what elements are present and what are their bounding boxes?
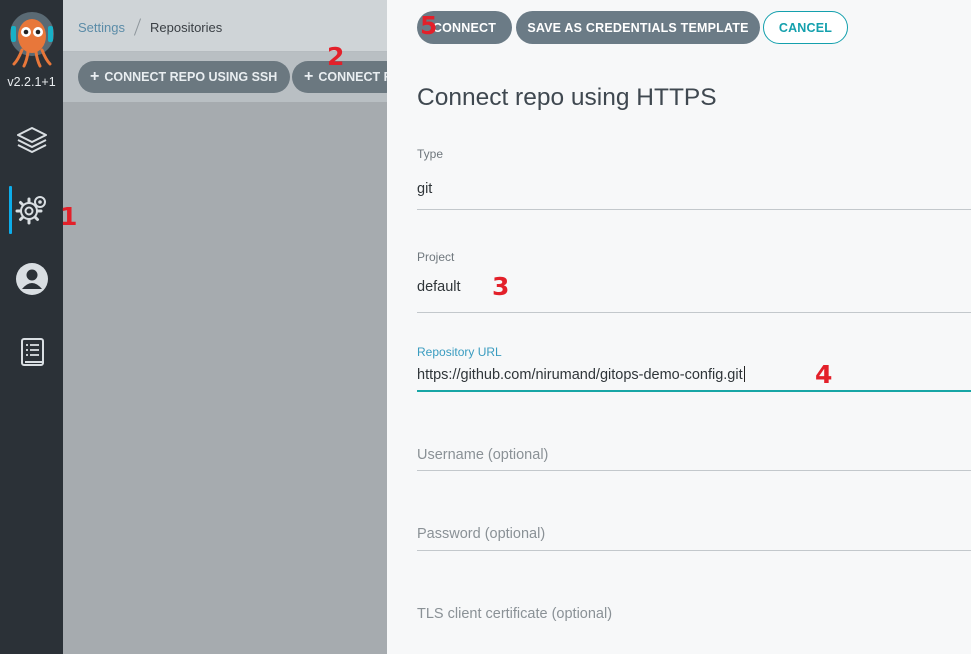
connect-repo-ssh-button[interactable]: + CONNECT REPO USING SSH xyxy=(78,61,290,93)
text-caret xyxy=(743,366,745,382)
breadcrumb: Settings Repositories xyxy=(78,18,222,36)
repository-url-field[interactable]: Repository URL https://github.com/niruma… xyxy=(417,345,971,393)
sidebar-item-user-info[interactable] xyxy=(0,253,63,305)
save-as-credentials-template-button[interactable]: SAVE AS CREDENTIALS TEMPLATE xyxy=(516,11,760,44)
repository-url-underline xyxy=(417,390,971,392)
repository-url-label: Repository URL xyxy=(417,345,502,359)
username-placeholder: Username (optional) xyxy=(417,447,549,463)
connect-repo-panel: CONNECT SAVE AS CREDENTIALS TEMPLATE CAN… xyxy=(387,0,971,654)
password-placeholder: Password (optional) xyxy=(417,526,546,542)
password-field[interactable]: Password (optional) xyxy=(417,526,971,552)
annotation-1: 1 xyxy=(60,202,78,231)
tls-client-certificate-placeholder: TLS client certificate (optional) xyxy=(417,606,613,622)
sidebar-item-settings[interactable] xyxy=(0,184,63,236)
project-underline xyxy=(417,312,971,313)
username-field[interactable]: Username (optional) xyxy=(417,446,971,472)
connect-repo-ssh-label: CONNECT REPO USING SSH xyxy=(104,70,278,84)
password-underline xyxy=(417,550,971,551)
project-label: Project xyxy=(417,250,455,264)
sidebar-item-applications[interactable] xyxy=(0,114,63,166)
type-field[interactable]: Type git xyxy=(417,147,971,211)
username-underline xyxy=(417,470,971,471)
breadcrumb-repositories: Repositories xyxy=(149,19,223,35)
annotation-5: 5 xyxy=(420,11,438,40)
annotation-2: 2 xyxy=(327,42,345,71)
annotation-4: 4 xyxy=(815,360,833,389)
type-underline xyxy=(417,209,971,210)
tls-client-certificate-field[interactable]: TLS client certificate (optional) xyxy=(417,606,971,632)
repository-url-value: https://github.com/nirumand/gitops-demo-… xyxy=(417,367,743,383)
version-label: v2.2.1+1 xyxy=(7,75,56,89)
layers-icon xyxy=(16,127,47,153)
breadcrumb-separator xyxy=(133,18,142,36)
user-icon xyxy=(15,263,48,295)
repository-url-input[interactable]: https://github.com/nirumand/gitops-demo-… xyxy=(417,366,745,383)
panel-title: Connect repo using HTTPS xyxy=(417,84,717,111)
connect-repo-https-button[interactable]: + CONNECT REPO USING HTTPS xyxy=(292,61,402,93)
project-value: default xyxy=(417,279,461,295)
plus-icon: + xyxy=(304,68,314,85)
type-value: git xyxy=(417,181,433,197)
sidebar: v2.2.1+1 xyxy=(0,0,63,654)
argo-logo-icon[interactable] xyxy=(8,10,56,70)
type-label: Type xyxy=(417,147,444,161)
breadcrumb-settings[interactable]: Settings xyxy=(78,20,125,35)
docs-icon xyxy=(20,338,44,366)
settings-gear-icon xyxy=(15,196,46,225)
cancel-button[interactable]: CANCEL xyxy=(763,11,848,44)
sidebar-item-documentation[interactable] xyxy=(0,326,63,378)
annotation-3: 3 xyxy=(492,272,510,301)
panel-action-bar: CONNECT SAVE AS CREDENTIALS TEMPLATE CAN… xyxy=(387,0,971,53)
plus-icon: + xyxy=(90,68,100,85)
